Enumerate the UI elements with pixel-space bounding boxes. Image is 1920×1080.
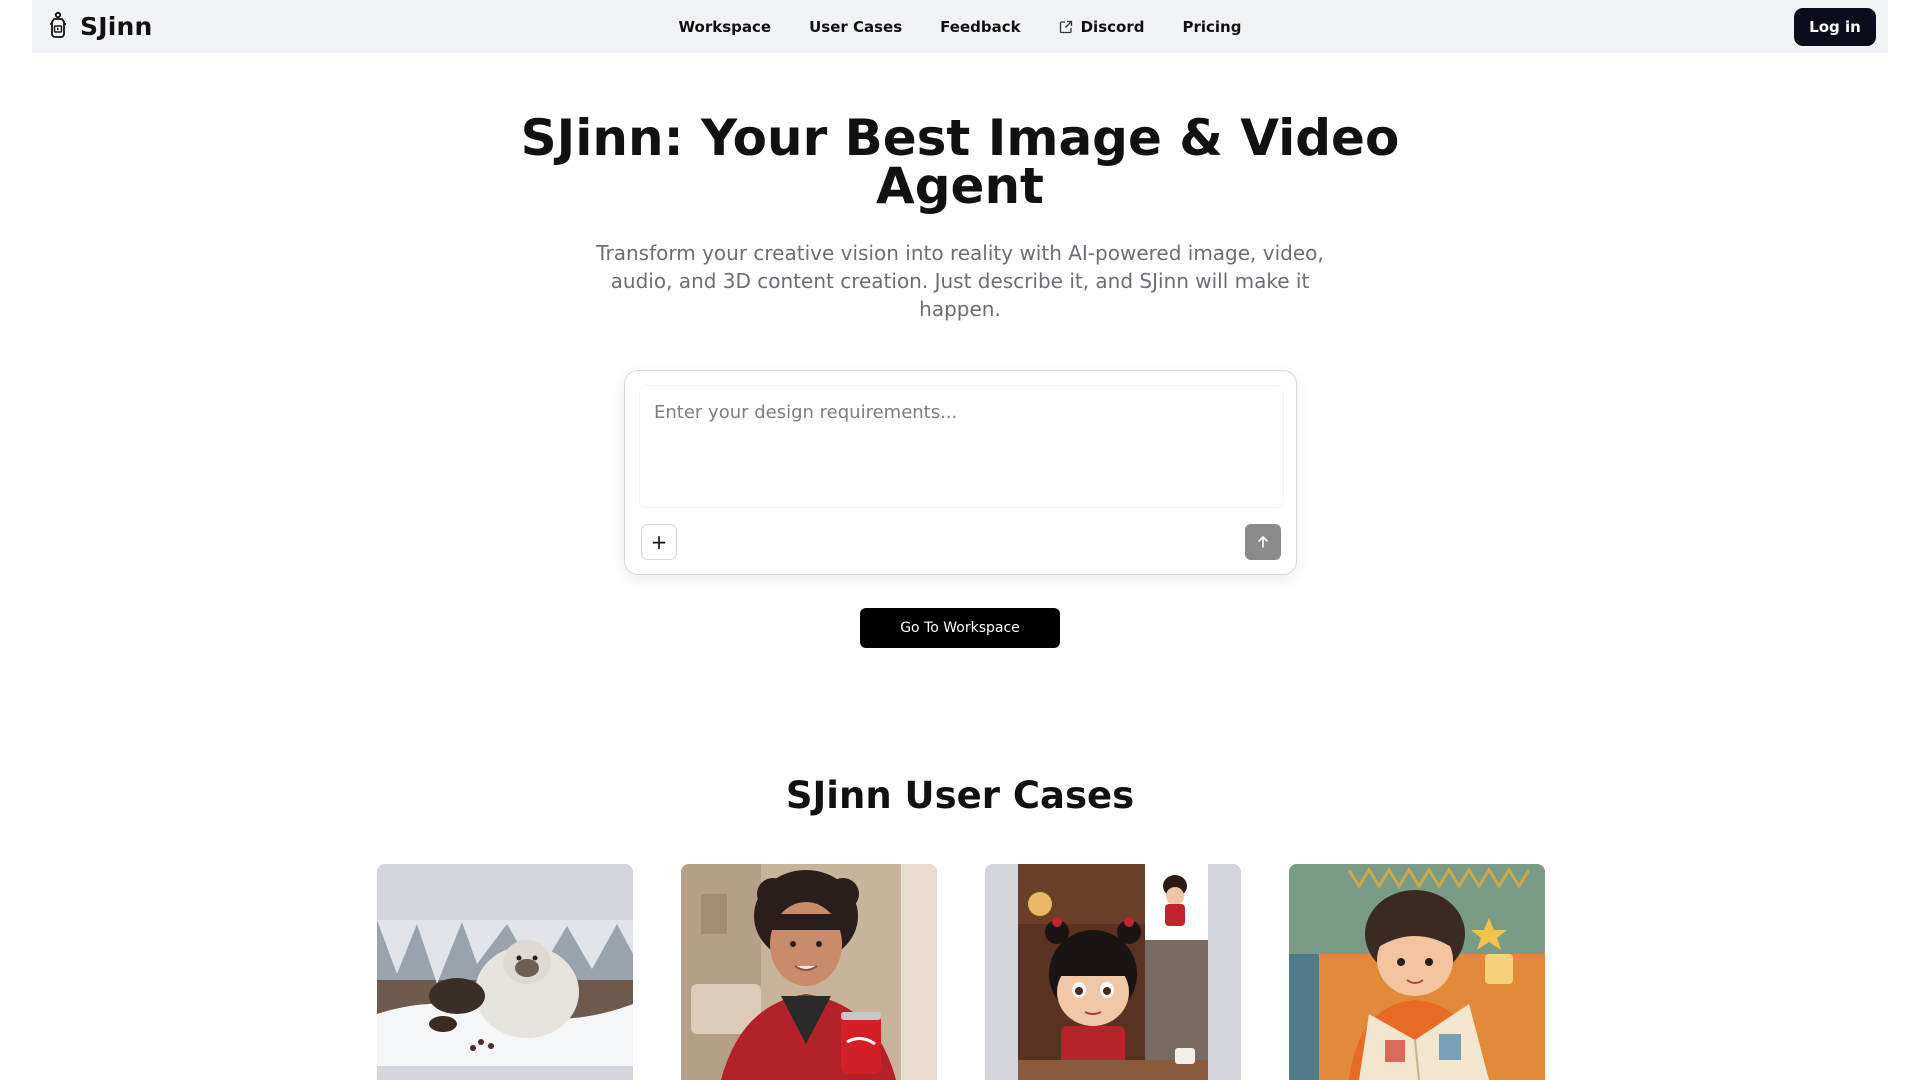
nav-workspace[interactable]: Workspace xyxy=(679,18,772,36)
hero-title: SJinn: Your Best Image & Video Agent xyxy=(520,109,1400,215)
send-button[interactable] xyxy=(1245,524,1281,560)
genie-lamp-icon xyxy=(50,11,66,38)
nav-feedback[interactable]: Feedback xyxy=(940,18,1020,36)
case-card-animated-girl[interactable] xyxy=(985,864,1241,1080)
nav-user-cases-label: User Cases xyxy=(809,17,903,36)
nav-pricing[interactable]: Pricing xyxy=(1182,18,1241,36)
arrow-up-icon xyxy=(1258,536,1268,548)
brand-name: SJinn xyxy=(80,11,153,41)
user-cases-title: SJinn User Cases xyxy=(785,774,1135,817)
case-card-boy-reading[interactable] xyxy=(1289,864,1545,1080)
woman-cola-image xyxy=(681,864,937,1080)
prompt-card: + xyxy=(624,370,1297,575)
nav-workspace-label: Workspace xyxy=(678,17,772,36)
case-card-yeti[interactable] xyxy=(377,864,633,1080)
case-card-woman-cola[interactable] xyxy=(681,864,937,1080)
nav-feedback-label: Feedback xyxy=(940,17,1021,36)
hero-subtitle: Transform your creative vision into real… xyxy=(596,241,1324,321)
nav-pricing-label: Pricing xyxy=(1182,17,1242,36)
nav-discord[interactable]: Discord xyxy=(1059,17,1145,36)
design-requirements-input[interactable] xyxy=(639,385,1284,508)
login-button[interactable]: Log in xyxy=(1794,8,1876,46)
nav-discord-label: Discord xyxy=(1080,17,1145,36)
brand-logo[interactable]: SJinn xyxy=(46,11,152,41)
add-attachment-button[interactable]: + xyxy=(641,524,677,560)
page: SJinn Workspace User Cases Feedback Disc… xyxy=(0,0,1920,1080)
yeti-snow-image xyxy=(377,864,633,1080)
boy-reading-image xyxy=(1289,864,1545,1080)
nav-user-cases[interactable]: User Cases xyxy=(809,18,902,36)
go-to-workspace-button[interactable]: Go To Workspace xyxy=(860,608,1060,648)
animated-girl-image xyxy=(985,864,1241,1080)
top-navbar: SJinn Workspace User Cases Feedback Disc… xyxy=(32,0,1888,53)
external-link-icon xyxy=(1059,20,1072,33)
main-nav: Workspace User Cases Feedback Discord Pr… xyxy=(32,0,1888,53)
